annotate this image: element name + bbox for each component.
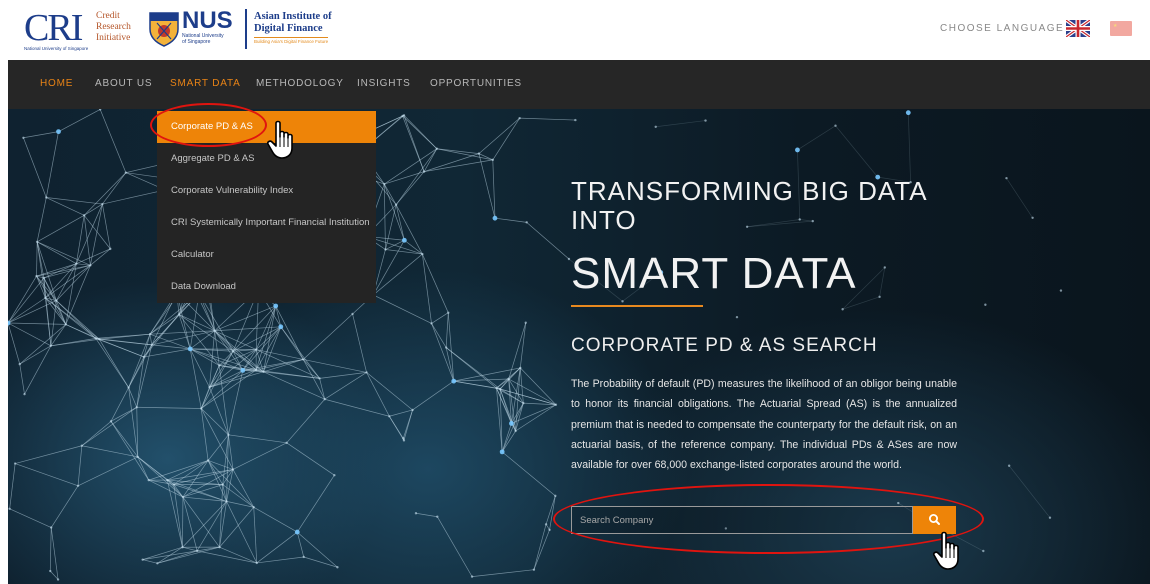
dropdown-item-corporate-vulnerability-index[interactable]: Corporate Vulnerability Index bbox=[157, 175, 376, 207]
aidf-logo-line: Digital Finance bbox=[254, 23, 323, 34]
annotation-circle-search bbox=[553, 484, 984, 554]
nav-smart-data[interactable]: SMART DATA bbox=[170, 78, 241, 89]
page: CRI Credit Research Initiative National … bbox=[0, 0, 1150, 584]
hero-divider bbox=[571, 305, 703, 307]
dropdown-item-data-download[interactable]: Data Download bbox=[157, 271, 376, 303]
cri-logo-line: Initiative bbox=[96, 33, 131, 43]
hand-cursor-icon bbox=[267, 120, 293, 159]
dropdown-item-cri-sifi[interactable]: CRI Systemically Important Financial Ins… bbox=[157, 207, 376, 239]
nus-logo-word[interactable]: NUS bbox=[182, 8, 233, 34]
nus-logo-subtitle: National University of Singapore bbox=[182, 33, 224, 45]
cri-logo-text: Credit Research Initiative bbox=[96, 11, 131, 44]
choose-language-label: CHOOSE LANGUAGE bbox=[940, 23, 1065, 34]
cri-logo-tagline: National University of Singapore bbox=[24, 46, 89, 51]
aidf-divider bbox=[245, 9, 247, 49]
hero-heading-line-1: TRANSFORMING BIG DATA bbox=[571, 176, 928, 206]
nav-about-us[interactable]: ABOUT US bbox=[95, 78, 152, 89]
site-header: CRI Credit Research Initiative National … bbox=[0, 0, 1150, 60]
nus-crest-icon bbox=[149, 12, 179, 47]
cri-logo-letters: CRI bbox=[24, 7, 83, 49]
hand-cursor-icon bbox=[933, 531, 959, 570]
aidf-logo-line: Asian Institute of bbox=[254, 11, 332, 22]
nav-home[interactable]: HOME bbox=[40, 78, 73, 89]
annotation-circle-dropdown bbox=[150, 103, 267, 147]
nav-insights[interactable]: INSIGHTS bbox=[357, 78, 411, 89]
search-description: The Probability of default (PD) measures… bbox=[571, 378, 957, 472]
aidf-logo-tagline: Building Asia's Digital Finance Future bbox=[254, 37, 329, 44]
nav-methodology[interactable]: METHODOLOGY bbox=[256, 78, 344, 89]
uk-flag-icon[interactable] bbox=[1066, 20, 1090, 37]
dropdown-item-calculator[interactable]: Calculator bbox=[157, 239, 376, 271]
search-section-title: CORPORATE PD & AS SEARCH bbox=[571, 335, 878, 356]
nav-opportunities[interactable]: OPPORTUNITIES bbox=[430, 78, 522, 89]
cri-logo[interactable]: CRI Credit Research Initiative National … bbox=[24, 7, 136, 51]
cri-logo-line: Research bbox=[96, 22, 131, 32]
china-flag-icon[interactable]: ★ bbox=[1110, 21, 1132, 36]
hero-heading-line-2: INTO bbox=[571, 205, 637, 235]
cri-logo-line: Credit bbox=[96, 11, 120, 21]
main-nav: HOME ABOUT US SMART DATA METHODOLOGY INS… bbox=[8, 60, 1150, 109]
aidf-logo[interactable]: Asian Institute of Digital Finance bbox=[254, 11, 332, 35]
nus-logo-sub-line: of Singapore bbox=[182, 39, 211, 45]
hero-heading-big: SMART DATA bbox=[571, 249, 857, 298]
